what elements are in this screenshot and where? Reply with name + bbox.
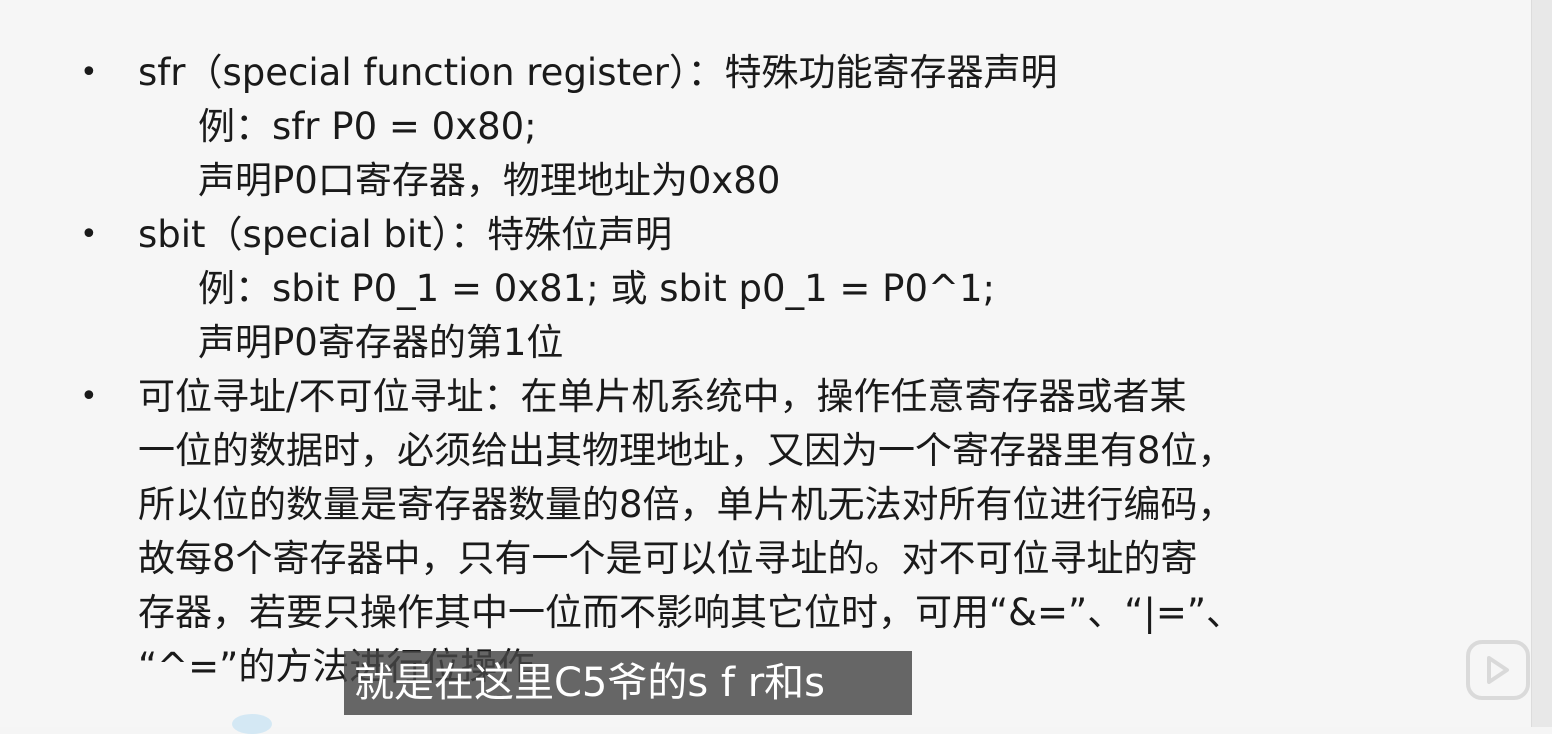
sfr-explanation: 声明P0口寄存器，物理地址为0x80 xyxy=(198,159,781,202)
bit-addressing-line-5: 存器，若要只操作其中一位而不影响其它位时，可用“&=”、“|=”、 xyxy=(138,591,1243,634)
bullet-marker: • xyxy=(80,217,98,252)
video-subtitle: 就是在这里C5爷的s f r和s xyxy=(344,651,912,715)
sfr-definition: sfr（special function register）：特殊功能寄存器声明 xyxy=(138,51,1058,94)
tv-play-icon xyxy=(1466,640,1530,700)
sbit-example: 例：sbit P0_1 = 0x81; 或 sbit p0_1 = P0^1; xyxy=(198,267,995,310)
bit-addressing-line-4: 故每8个寄存器中，只有一个是可以位寻址的。对不可位寻址的寄 xyxy=(138,537,1198,580)
sfr-example: 例：sfr P0 = 0x80; xyxy=(198,105,537,148)
bullet-marker: • xyxy=(80,379,98,414)
decorative-blob xyxy=(232,714,272,734)
slide-content: • sfr（special function register）：特殊功能寄存器… xyxy=(0,0,1532,734)
bit-addressing-line-2: 一位的数据时，必须给出其物理地址，又因为一个寄存器里有8位， xyxy=(138,429,1235,472)
bullet-marker: • xyxy=(80,55,98,90)
sbit-explanation: 声明P0寄存器的第1位 xyxy=(198,321,564,364)
vertical-scrollbar[interactable] xyxy=(1531,0,1552,727)
sbit-definition: sbit（special bit）：特殊位声明 xyxy=(138,213,673,256)
bit-addressing-line-3: 所以位的数量是寄存器数量的8倍，单片机无法对所有位进行编码， xyxy=(138,483,1235,526)
bit-addressing-line-1: 可位寻址/不可位寻址：在单片机系统中，操作任意寄存器或者某 xyxy=(138,375,1187,418)
